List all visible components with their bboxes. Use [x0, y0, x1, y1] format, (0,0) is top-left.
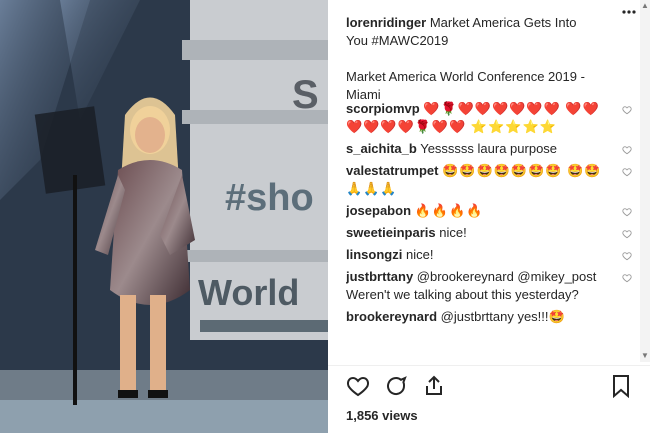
comment-username[interactable]: s_aichita_b: [346, 141, 417, 156]
comment-username[interactable]: brookereynard: [346, 309, 437, 324]
post-details-panel: lorenridinger Market America Gets Into Y…: [328, 0, 650, 433]
comment-row: scorpiomvp ❤️🌹❤️❤️❤️❤️❤️❤️ ❤️❤️❤️❤️❤️❤️🌹…: [346, 100, 636, 136]
caption-text-1: Market America Gets Into: [429, 15, 577, 30]
comment-row: linsongzi nice!: [346, 246, 636, 264]
heart-icon[interactable]: [346, 374, 370, 398]
stage-scene: S #sho World: [0, 0, 328, 433]
comment-username[interactable]: scorpiomvp: [346, 101, 420, 116]
comment-username[interactable]: sweetieinparis: [346, 225, 436, 240]
caption-text-3: Market America World Conference 2019 -: [346, 69, 585, 84]
caption-username[interactable]: lorenridinger: [346, 15, 426, 30]
comment-username[interactable]: josepabon: [346, 203, 411, 218]
share-icon[interactable]: [422, 374, 446, 398]
scroll-down-arrow-icon[interactable]: ▼: [641, 352, 649, 360]
comment-username[interactable]: linsongzi: [346, 247, 402, 262]
comment-row: valestatrumpet 🤩🤩🤩🤩🤩🤩🤩 🤩🤩🙏🙏🙏: [346, 162, 636, 198]
comments-list[interactable]: scorpiomvp ❤️🌹❤️❤️❤️❤️❤️❤️ ❤️❤️❤️❤️❤️❤️🌹…: [346, 100, 636, 362]
comment-text: Yessssss laura purpose: [420, 141, 558, 156]
post-caption: lorenridinger Market America Gets Into Y…: [346, 14, 626, 104]
heart-icon[interactable]: [622, 145, 632, 155]
scroll-up-arrow-icon[interactable]: ▲: [641, 2, 649, 10]
screen-letter: S: [292, 73, 319, 117]
heart-icon[interactable]: [622, 273, 632, 283]
divider: [328, 365, 650, 366]
bookmark-icon[interactable]: [610, 374, 632, 398]
post-actions-bar: [346, 372, 636, 402]
view-count: 1,856 views: [346, 408, 418, 423]
heart-icon[interactable]: [622, 229, 632, 239]
comment-row: josepabon 🔥🔥🔥🔥: [346, 202, 636, 220]
heart-icon[interactable]: [622, 105, 632, 115]
screen-world: World: [198, 272, 299, 313]
screen-hashtag: #sho: [225, 177, 314, 219]
comment-row: sweetieinparis nice!: [346, 224, 636, 242]
heart-icon[interactable]: [622, 251, 632, 261]
comment-text: @justbrttany yes!!!🤩: [440, 309, 565, 324]
comment-row: justbrttany @brookereynard @mikey_post W…: [346, 268, 636, 304]
comment-text: 🔥🔥🔥🔥: [414, 203, 484, 218]
heart-icon[interactable]: [622, 167, 632, 177]
more-options-icon[interactable]: [622, 10, 636, 14]
comment-username[interactable]: justbrttany: [346, 269, 413, 284]
comment-text: nice!: [405, 247, 434, 262]
comment-text: nice!: [439, 225, 467, 240]
comment-username[interactable]: valestatrumpet: [346, 163, 438, 178]
comments-scrollbar[interactable]: ▲ ▼: [640, 0, 650, 362]
caption-text-2: You #MAWC2019: [346, 33, 449, 48]
comment-icon[interactable]: [384, 374, 408, 398]
comment-row: brookereynard @justbrttany yes!!!🤩: [346, 308, 636, 326]
post-photo[interactable]: S #sho World: [0, 0, 328, 433]
heart-icon[interactable]: [622, 207, 632, 217]
comment-row: s_aichita_b Yessssss laura purpose: [346, 140, 636, 158]
